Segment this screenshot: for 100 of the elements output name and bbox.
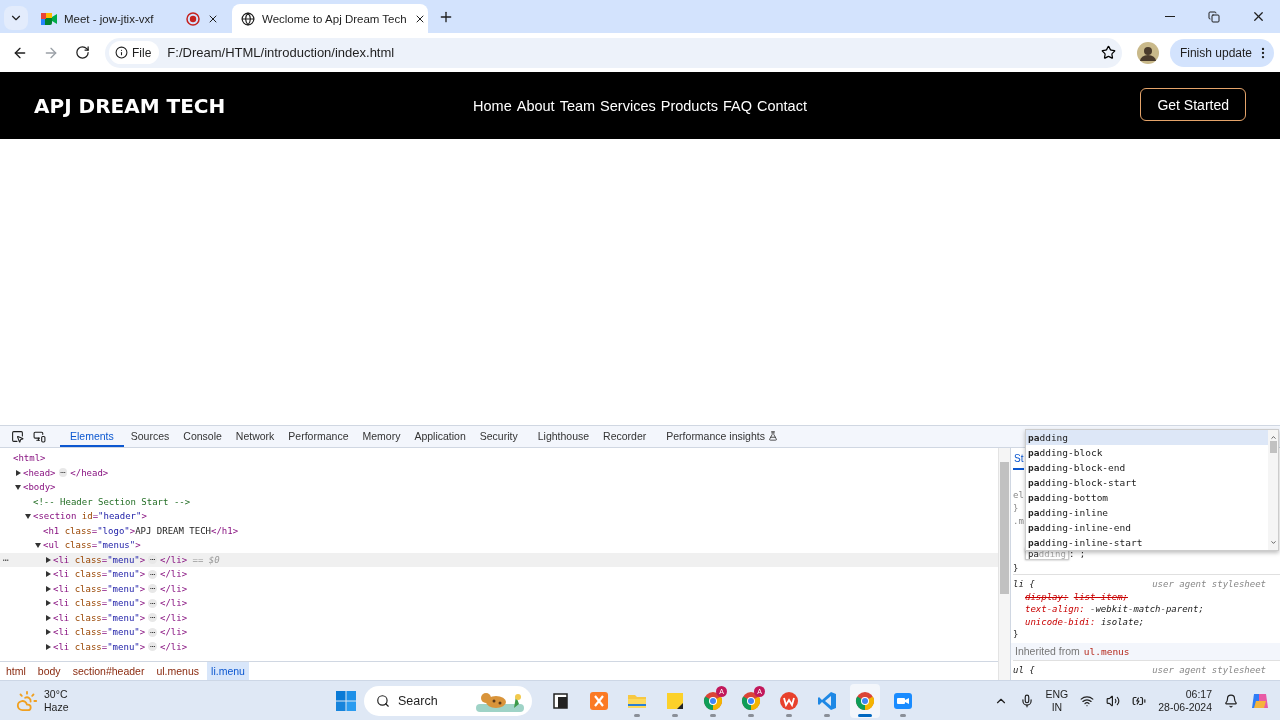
devtools-tab[interactable]: Network	[228, 426, 282, 447]
nav-link[interactable]: FAQ	[722, 97, 752, 114]
windows-start-icon[interactable]	[336, 690, 356, 711]
devtools-tab[interactable]: Recorder	[596, 426, 654, 447]
clock[interactable]: 06:17 28-06-2024	[1158, 687, 1212, 714]
css-selector: ul {	[1013, 664, 1035, 675]
minimize-icon	[1165, 15, 1175, 18]
volume-icon[interactable]	[1106, 693, 1121, 708]
expanded-triangle-icon[interactable]	[25, 513, 31, 520]
breadcrumb-item[interactable]: body	[33, 662, 65, 680]
collapsed-triangle-icon[interactable]	[45, 600, 51, 607]
expanded-triangle-icon[interactable]	[35, 542, 41, 549]
css-declaration: text-align: -webkit-match-parent;	[1025, 604, 1204, 615]
reload-icon	[74, 45, 90, 60]
dom-node[interactable]: <li class="menu"> ⋯ </li>	[0, 639, 998, 654]
css-selector: li {	[1013, 579, 1035, 590]
dom-node[interactable]: <head> ⋯ </head>	[0, 465, 998, 480]
wps-office-icon	[778, 689, 800, 712]
dom-node[interactable]: <li class="menu"> ⋯ </li>	[0, 581, 998, 596]
avatar-icon[interactable]	[1136, 41, 1159, 64]
collapsed-triangle-icon[interactable]	[45, 643, 51, 650]
input-language[interactable]: ENG IN	[1045, 687, 1069, 714]
css-fragment: .m	[1013, 515, 1024, 526]
dom-node[interactable]: <body>	[0, 480, 998, 495]
scroll-up-icon	[1269, 434, 1277, 441]
breadcrumb-item[interactable]: li.menu	[207, 662, 249, 680]
expanded-triangle-icon[interactable]	[15, 484, 21, 491]
css-fragment: el	[1013, 489, 1024, 500]
breadcrumb-item[interactable]: section#header	[68, 662, 149, 680]
dom-node[interactable]: <!-- Header Section Start -->	[0, 494, 998, 509]
code-editor-icon	[816, 689, 838, 712]
devtools-tab[interactable]: Elements	[60, 426, 124, 447]
devtools-tab[interactable]: Lighthouse	[530, 426, 597, 447]
wifi-icon[interactable]	[1080, 693, 1095, 708]
collapsed-triangle-icon[interactable]	[45, 571, 51, 578]
css-declaration: unicode-bidi: isolate;	[1025, 616, 1145, 627]
dom-node[interactable]: <section id="header">	[0, 509, 998, 524]
dom-node[interactable]: ⋯ <li class="menu"> ⋯ </li> == $0	[0, 552, 998, 567]
collapsed-triangle-icon[interactable]	[15, 469, 21, 476]
video-call-icon	[41, 11, 57, 26]
devtools-tab[interactable]: Application	[407, 426, 473, 447]
devtools-tab[interactable]: Memory	[355, 426, 408, 447]
breadcrumb-item[interactable]: html	[2, 662, 30, 680]
chrome-icon	[854, 689, 876, 712]
bookmark-star-icon[interactable]	[1100, 45, 1116, 60]
declaration-punctuation: : ;	[1068, 549, 1086, 559]
chrome-icon	[740, 689, 762, 712]
nav-link[interactable]: Contact	[756, 97, 807, 114]
css-declaration: display: list-item;	[1025, 591, 1128, 602]
dom-node[interactable]: <li class="menu"> ⋯ </li>	[0, 625, 998, 640]
nav-link[interactable]: Products	[660, 97, 718, 114]
rule-brace: }	[1013, 562, 1019, 573]
collapsed-triangle-icon[interactable]	[45, 614, 51, 621]
scrollbar[interactable]	[1268, 430, 1278, 550]
devtools-tab[interactable]: Performance	[281, 426, 356, 447]
collapsed-triangle-icon[interactable]	[45, 629, 51, 636]
get-started-button[interactable]: Get Started	[1140, 88, 1246, 121]
nav-link[interactable]: About	[516, 97, 555, 114]
inspect-icon	[10, 429, 24, 443]
browser-tab[interactable]: Meet - jow-jtix-vxf	[32, 4, 228, 33]
search-icon	[376, 693, 390, 708]
devtools-tab[interactable]: Sources	[123, 426, 177, 447]
rule-brace: }	[1013, 629, 1019, 640]
site-info-button[interactable]: File	[109, 41, 160, 64]
temperature: 30°C	[44, 687, 69, 701]
info-icon	[115, 46, 128, 59]
nav-link[interactable]: Team	[559, 97, 596, 114]
inherited-label: Inherited from ul.menus	[1011, 642, 1280, 660]
collapsed-triangle-icon[interactable]	[45, 585, 51, 592]
microphone-icon[interactable]	[1019, 693, 1034, 708]
dom-node[interactable]: <li class="menu"> ⋯ </li>	[0, 596, 998, 611]
collapsed-triangle-icon[interactable]	[45, 556, 51, 563]
address-bar[interactable]: File F:/Dream/HTML/introduction/index.html	[105, 37, 1122, 68]
devtools-tab[interactable]: Security	[472, 426, 525, 447]
autocomplete-item[interactable]: padding	[1026, 430, 1268, 445]
restore-icon	[1208, 10, 1220, 23]
dom-node[interactable]: <li class="menu"> ⋯ </li>	[0, 610, 998, 625]
dom-node[interactable]: <ul class="menus">	[0, 538, 998, 553]
devices-icon	[32, 429, 46, 443]
stylesheet-source: user agent stylesheet	[1152, 579, 1266, 590]
globe-icon	[241, 11, 255, 26]
dom-node[interactable]: <html>	[0, 451, 998, 466]
finish-update-button[interactable]: Finish update	[1169, 38, 1274, 67]
nav-link[interactable]: Home	[473, 97, 512, 114]
nav-link[interactable]: Services	[600, 97, 656, 114]
breadcrumb-item[interactable]: ul.menus	[152, 662, 204, 680]
scrollbar-thumb[interactable]	[1269, 441, 1277, 453]
devtools-tab[interactable]: Performance insights	[659, 426, 785, 447]
stylesheet-source: user agent stylesheet	[1152, 664, 1266, 675]
notification-bell-icon[interactable]	[1224, 693, 1238, 708]
tab-search-button[interactable]	[4, 5, 28, 30]
scroll-down-icon	[1269, 539, 1277, 546]
autocomplete-item[interactable]: padding-inline-start	[1026, 535, 1268, 550]
devtools-tab[interactable]: Console	[176, 426, 229, 447]
browser-tab[interactable]: Weclome to Apj Dream Tech	[232, 4, 428, 33]
dom-node[interactable]: <h1 class="logo">APJ DREAM TECH</h1>	[0, 523, 998, 538]
dom-node[interactable]: <li class="menu"> ⋯ </li>	[0, 567, 998, 582]
css-fragment: }	[1013, 502, 1019, 513]
taskbar-search[interactable]: Search	[364, 685, 532, 716]
scrollbar[interactable]	[998, 448, 1010, 680]
